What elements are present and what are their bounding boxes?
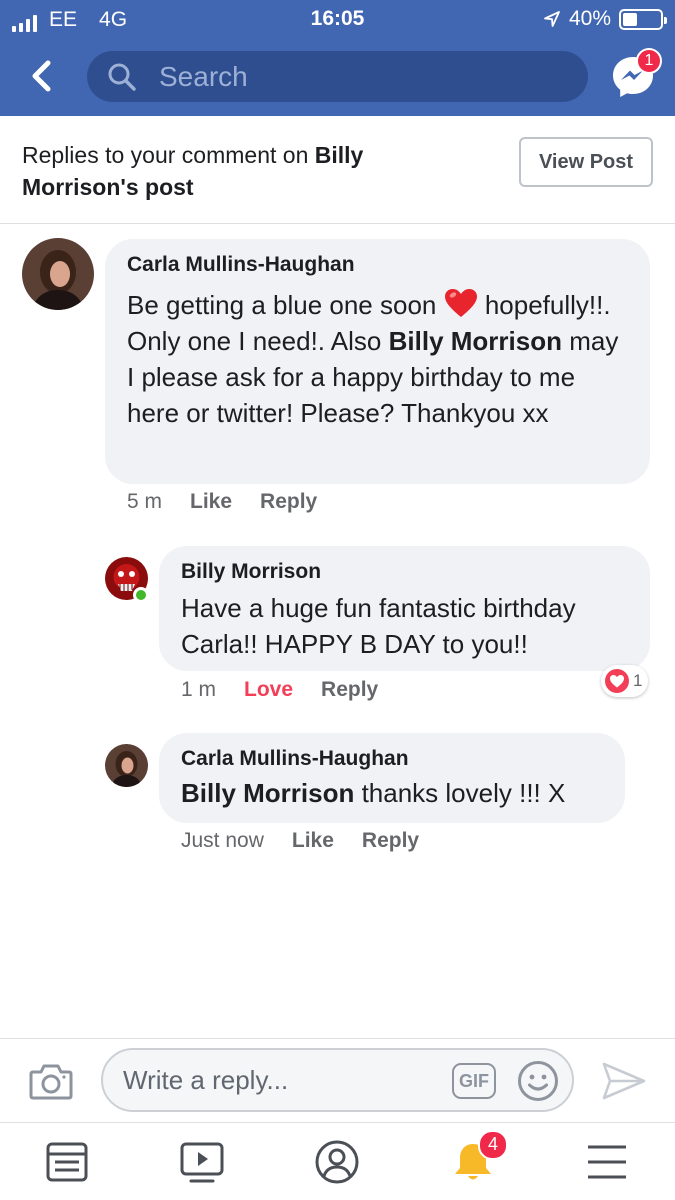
watch-icon[interactable] [179,1139,225,1185]
profile-icon[interactable] [314,1139,360,1185]
back-icon[interactable] [24,56,64,96]
context-description: Replies to your comment on Billy Morriso… [22,139,482,203]
comment: Carla Mullins-Haughan Be getting a blue … [0,224,675,524]
reply-button[interactable]: Reply [321,678,378,702]
comment-text: Be getting a blue one soon hopefully!!. … [127,287,630,431]
comment-actions: Just now Like Reply [181,829,419,853]
news-feed-icon[interactable] [44,1139,90,1185]
comment-author[interactable]: Carla Mullins-Haughan [127,253,630,277]
status-right: 40% [543,7,667,31]
send-icon[interactable] [601,1061,647,1101]
nav-row: Search 1 [0,48,675,106]
bottom-nav: 4 [0,1122,675,1200]
love-reaction-icon [605,669,629,693]
top-bar: EE 4G 16:05 40% Search 1 [0,0,675,116]
reaction-count: 1 [633,671,643,690]
comment-reply: Billy Morrison Have a huge fun fantastic… [0,545,675,715]
reaction-summary[interactable]: 1 [601,665,649,697]
battery-icon [619,8,667,30]
comment-actions: 1 m Love Reply [181,678,378,702]
comment-text-part: thanks lovely !!! X [354,778,566,808]
messenger-badge: 1 [636,48,662,74]
gif-button[interactable]: GIF [452,1063,496,1099]
messenger-button[interactable]: 1 [610,48,662,100]
avatar-image [22,238,94,310]
mention-link[interactable]: Billy Morrison [389,326,562,356]
comment-time: Just now [181,829,264,852]
comment-bubble: Carla Mullins-Haughan Billy Morrison tha… [159,733,625,823]
reply-button[interactable]: Reply [362,829,419,853]
battery-level [623,12,638,26]
context-bar: Replies to your comment on Billy Morriso… [0,116,675,224]
comment-text: Billy Morrison thanks lovely !!! X [181,775,605,811]
love-button[interactable]: Love [244,678,293,702]
comment-time: 1 m [181,678,217,701]
avatar-image [105,744,148,787]
mention-link[interactable]: Billy Morrison [181,778,354,808]
comment-reply: Carla Mullins-Haughan Billy Morrison tha… [0,732,675,862]
location-arrow-icon [544,11,560,27]
reply-button[interactable]: Reply [260,490,317,514]
view-post-button[interactable]: View Post [519,137,653,187]
status-bar: EE 4G 16:05 40% [0,0,675,38]
camera-icon[interactable] [29,1061,73,1101]
search-placeholder: Search [159,60,248,92]
like-button[interactable]: Like [190,490,232,514]
reply-input[interactable] [123,1062,443,1098]
search-icon [108,63,136,91]
notifications-button[interactable]: 4 [450,1130,508,1185]
menu-icon[interactable] [584,1139,630,1185]
comment-text-part: Be getting a blue one soon [127,290,444,320]
search-bar[interactable]: Search [87,51,588,102]
avatar[interactable] [22,238,94,310]
like-button[interactable]: Like [292,829,334,853]
reply-composer: GIF [0,1038,675,1122]
comment-author[interactable]: Billy Morrison [181,560,630,584]
battery-percent: 40% [568,7,611,30]
notifications-badge: 4 [478,1130,508,1160]
comment-actions: 5 m Like Reply [127,490,317,514]
context-suffix: 's post [120,174,194,200]
comment-bubble: Carla Mullins-Haughan Be getting a blue … [105,239,650,484]
online-status-dot [133,587,149,603]
avatar[interactable] [105,744,148,787]
comment-text: Have a huge fun fantastic birthday Carla… [181,593,576,659]
emoji-icon[interactable] [517,1060,559,1102]
comment-author[interactable]: Carla Mullins-Haughan [181,747,605,771]
context-prefix: Replies to your comment on [22,142,315,168]
reply-input-box: GIF [101,1048,574,1112]
comment-bubble: Billy Morrison Have a huge fun fantastic… [159,546,650,671]
comment-time: 5 m [127,490,163,513]
red-heart-icon [444,289,477,317]
